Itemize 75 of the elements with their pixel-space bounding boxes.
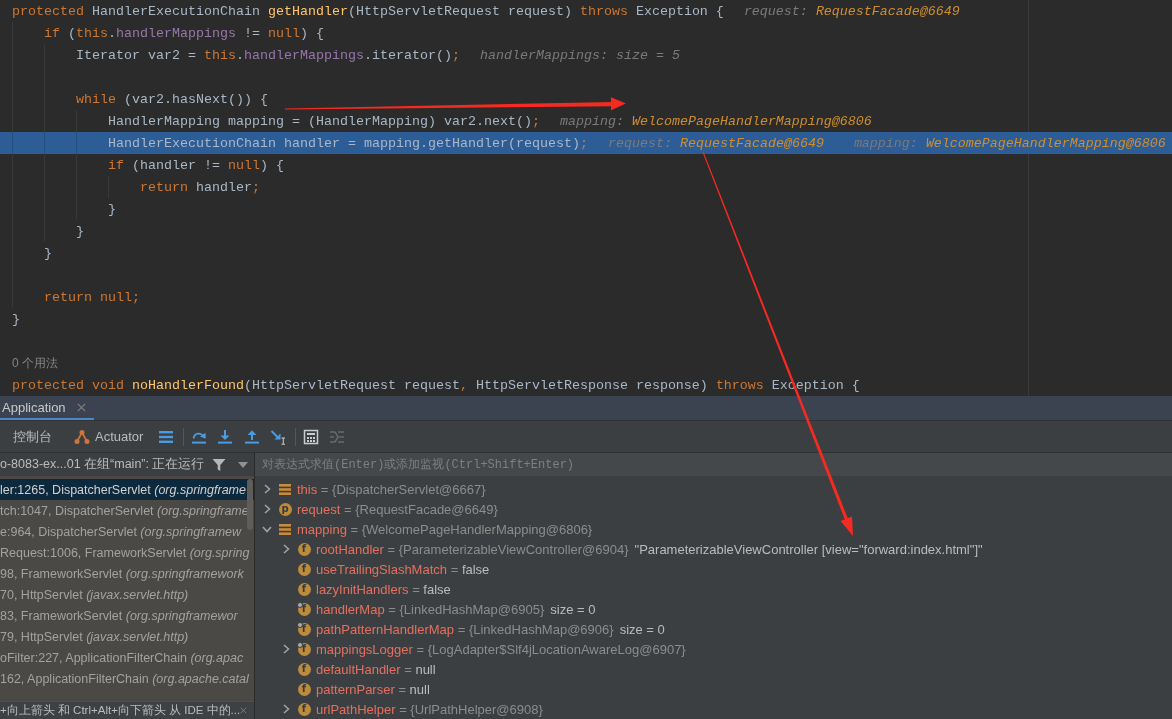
stack-frame-row[interactable]: 83, FrameworkServlet (org.springframewor: [0, 605, 254, 626]
variable-entry[interactable]: handlerMap = {LinkedHashMap@6905} size = 0: [316, 601, 596, 617]
code-line: }: [44, 245, 52, 261]
list-icon: [158, 428, 175, 445]
hint-text: +向上箭头 和 Ctrl+Alt+向下箭头 从 IDE 中的...: [0, 703, 241, 718]
close-icon[interactable]: [76, 402, 86, 412]
code-line: return handler;: [140, 179, 260, 195]
variable-entry[interactable]: patternParser = null: [316, 681, 430, 697]
code-line: }: [12, 311, 20, 327]
code-line: protected HandlerExecutionChain getHandler(HttpServletRequest request) throws Exception {: [12, 3, 724, 19]
variable-entry[interactable]: this = {DispatcherServlet@6667}: [297, 481, 486, 497]
chevron-right-icon[interactable]: [263, 504, 271, 514]
variable-entry[interactable]: rootHandler = {ParameterizableViewController@6904} "ParameterizableViewController [view="forward:index.html"]": [316, 541, 983, 557]
step-into-icon: [217, 428, 234, 445]
stack-frame-row[interactable]: 98, FrameworkServlet (org.springframework: [0, 563, 254, 584]
stack-frame-row[interactable]: 70, HttpServlet (javax.servlet.http): [0, 584, 254, 605]
toolbar-tab[interactable]: 控制台: [5, 424, 60, 449]
field-icon: f: [297, 542, 311, 556]
inline-value-hint: mapping: WelcomePageHandlerMapping@6806: [853, 135, 1166, 151]
chevron-right-icon[interactable]: [263, 484, 271, 494]
filter-icon[interactable]: [212, 457, 227, 472]
code-line: return null;: [44, 289, 140, 305]
field-icon: f: [297, 622, 311, 636]
dropdown-caret-icon[interactable]: [238, 461, 249, 468]
code-line: while (var2.hasNext()) {: [76, 91, 268, 107]
stack-frame-row[interactable]: 79, HttpServlet (javax.servlet.http): [0, 626, 254, 647]
code-line: HandlerMapping mapping = (HandlerMapping) var2.next();: [108, 113, 540, 129]
step-out-icon: [243, 428, 260, 445]
code-line: }: [108, 201, 116, 217]
bars-icon: [279, 483, 291, 495]
field-icon: f: [297, 702, 311, 716]
chevron-down-icon[interactable]: [262, 525, 272, 533]
calculator-icon: [302, 428, 319, 445]
usage-count-hint: 0 个用法: [12, 354, 58, 372]
scrollbar-thumb[interactable]: [247, 479, 253, 530]
field-icon: f: [297, 662, 311, 676]
code-line: if (this.handlerMappings != null) {: [44, 25, 324, 41]
inline-value-hint: handlerMappings: size = 5: [479, 47, 680, 63]
variable-entry[interactable]: defaultHandler = null: [316, 661, 436, 677]
stack-frame-row[interactable]: e:964, DispatcherServlet (org.springframew: [0, 521, 254, 542]
code-line: }: [76, 223, 84, 239]
field-icon: f: [297, 682, 311, 696]
variable-entry[interactable]: mapping = {WelcomePageHandlerMapping@6806}: [297, 521, 593, 537]
stack-frame-row[interactable]: tch:1047, DispatcherServlet (org.springframe: [0, 500, 254, 521]
chevron-right-icon[interactable]: [282, 644, 290, 654]
variable-entry[interactable]: urlPathHelper = {UrlPathHelper@6908}: [316, 701, 543, 717]
parameter-icon: p: [278, 502, 292, 516]
stack-frame-row[interactable]: Request:1006, FrameworkServlet (org.spring: [0, 542, 254, 563]
lines-chevron-icon: [329, 428, 346, 445]
field-icon: f: [297, 642, 311, 656]
stack-frame-row[interactable]: 162, ApplicationFilterChain (org.apache.catal: [0, 668, 254, 689]
field-icon: f: [297, 562, 311, 576]
variable-entry[interactable]: mappingsLogger = {LogAdapter$Slf4jLocationAwareLog@6907}: [316, 641, 686, 657]
stack-frame-row[interactable]: oFilter:227, ApplicationFilterChain (org.apac: [0, 647, 254, 668]
toolbar-tab[interactable]: Actuator: [66, 424, 152, 449]
chevron-right-icon[interactable]: [282, 544, 290, 554]
variable-entry[interactable]: lazyInitHandlers = false: [316, 581, 451, 597]
thread-selector[interactable]: o-8083-ex...01 在组“main”: 正在运行: [0, 456, 205, 473]
arrow-cursor-icon: [270, 428, 287, 445]
variable-entry[interactable]: request = {RequestFacade@6649}: [297, 501, 498, 517]
code-line: HandlerExecutionChain handler = mapping.getHandler(request);: [108, 135, 588, 151]
chevron-right-icon[interactable]: [282, 704, 290, 714]
variable-entry[interactable]: useTrailingSlashMatch = false: [316, 561, 490, 577]
code-line: if (handler != null) {: [108, 157, 284, 173]
field-icon: f: [297, 602, 311, 616]
stack-frame-row[interactable]: ler:1265, DispatcherServlet (org.springframe: [0, 479, 254, 500]
inline-value-hint: request: RequestFacade@6649: [743, 3, 960, 19]
close-icon[interactable]: [240, 706, 247, 715]
nodes-icon: [74, 428, 90, 445]
variable-entry[interactable]: pathPatternHandlerMap = {LinkedHashMap@6906} size = 0: [316, 621, 665, 637]
field-icon: f: [297, 582, 311, 596]
inline-value-hint: request: RequestFacade@6649: [607, 135, 824, 151]
code-line: Iterator var2 = this.handlerMappings.iterator();: [76, 47, 460, 63]
inline-value-hint: mapping: WelcomePageHandlerMapping@6806: [559, 113, 872, 129]
bars-icon: [279, 523, 291, 535]
